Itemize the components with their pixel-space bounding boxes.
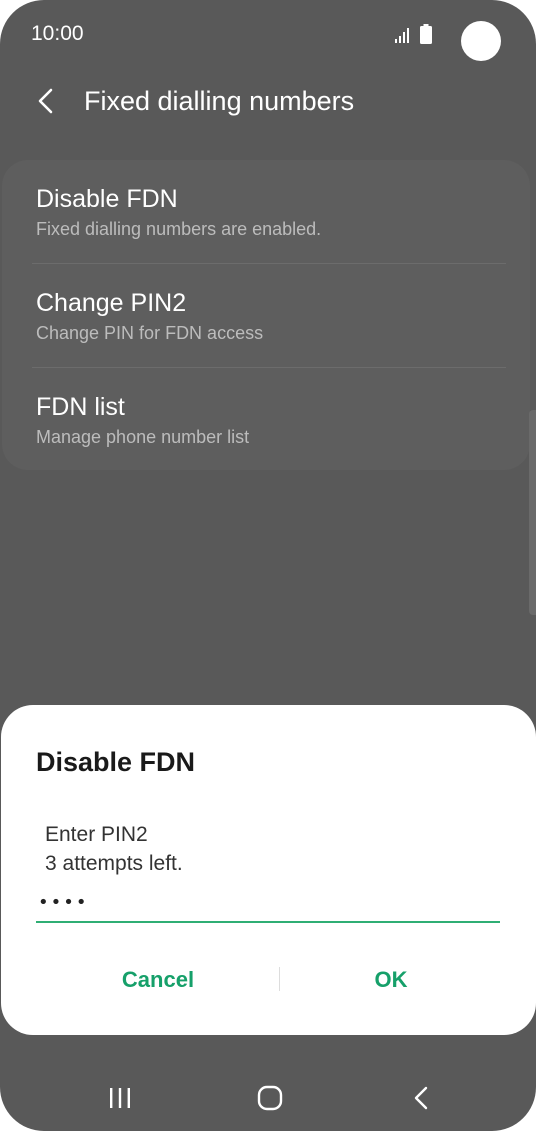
settings-item-subtitle: Manage phone number list — [36, 427, 250, 447]
recents-icon[interactable] — [107, 1085, 133, 1111]
status-time: 10:00 — [31, 22, 84, 45]
settings-item-subtitle: Fixed dialling numbers are enabled. — [36, 219, 322, 239]
edge-panel-handle[interactable] — [529, 410, 536, 615]
signal-icon — [395, 28, 409, 43]
page-title: Fixed dialling numbers — [84, 86, 355, 116]
settings-item-title: Disable FDN — [36, 185, 178, 213]
button-divider — [279, 967, 280, 991]
dialog-message: Enter PIN2 3 attempts left. — [45, 820, 183, 878]
chevron-left-icon[interactable] — [30, 84, 64, 118]
settings-item-fdn-list[interactable]: FDN list Manage phone number list — [36, 392, 506, 449]
settings-item-disable-fdn[interactable]: Disable FDN Fixed dialling numbers are e… — [36, 184, 506, 241]
phone-screen: 10:00 Fixed dialling numbers Disable FDN… — [0, 0, 536, 1131]
cancel-button[interactable]: Cancel — [58, 955, 258, 1005]
settings-item-title: Change PIN2 — [36, 289, 187, 317]
disable-fdn-dialog: Disable FDN Enter PIN2 3 attempts left. … — [1, 705, 536, 1035]
settings-item-change-pin2[interactable]: Change PIN2 Change PIN for FDN access — [36, 288, 506, 345]
front-camera-cutout — [461, 21, 501, 61]
pin2-input[interactable] — [36, 883, 500, 923]
settings-item-title: FDN list — [36, 393, 125, 421]
dialog-title: Disable FDN — [36, 747, 196, 777]
ok-button[interactable]: OK — [291, 955, 491, 1005]
settings-card: Disable FDN Fixed dialling numbers are e… — [2, 160, 530, 470]
divider — [32, 367, 506, 368]
home-icon[interactable] — [256, 1084, 284, 1112]
dialog-message-line: Enter PIN2 — [45, 823, 148, 846]
attempts-left-text: 3 attempts left. — [45, 852, 183, 875]
battery-icon — [420, 24, 432, 44]
divider — [32, 263, 506, 264]
settings-item-subtitle: Change PIN for FDN access — [36, 323, 264, 343]
back-icon[interactable] — [408, 1084, 434, 1112]
